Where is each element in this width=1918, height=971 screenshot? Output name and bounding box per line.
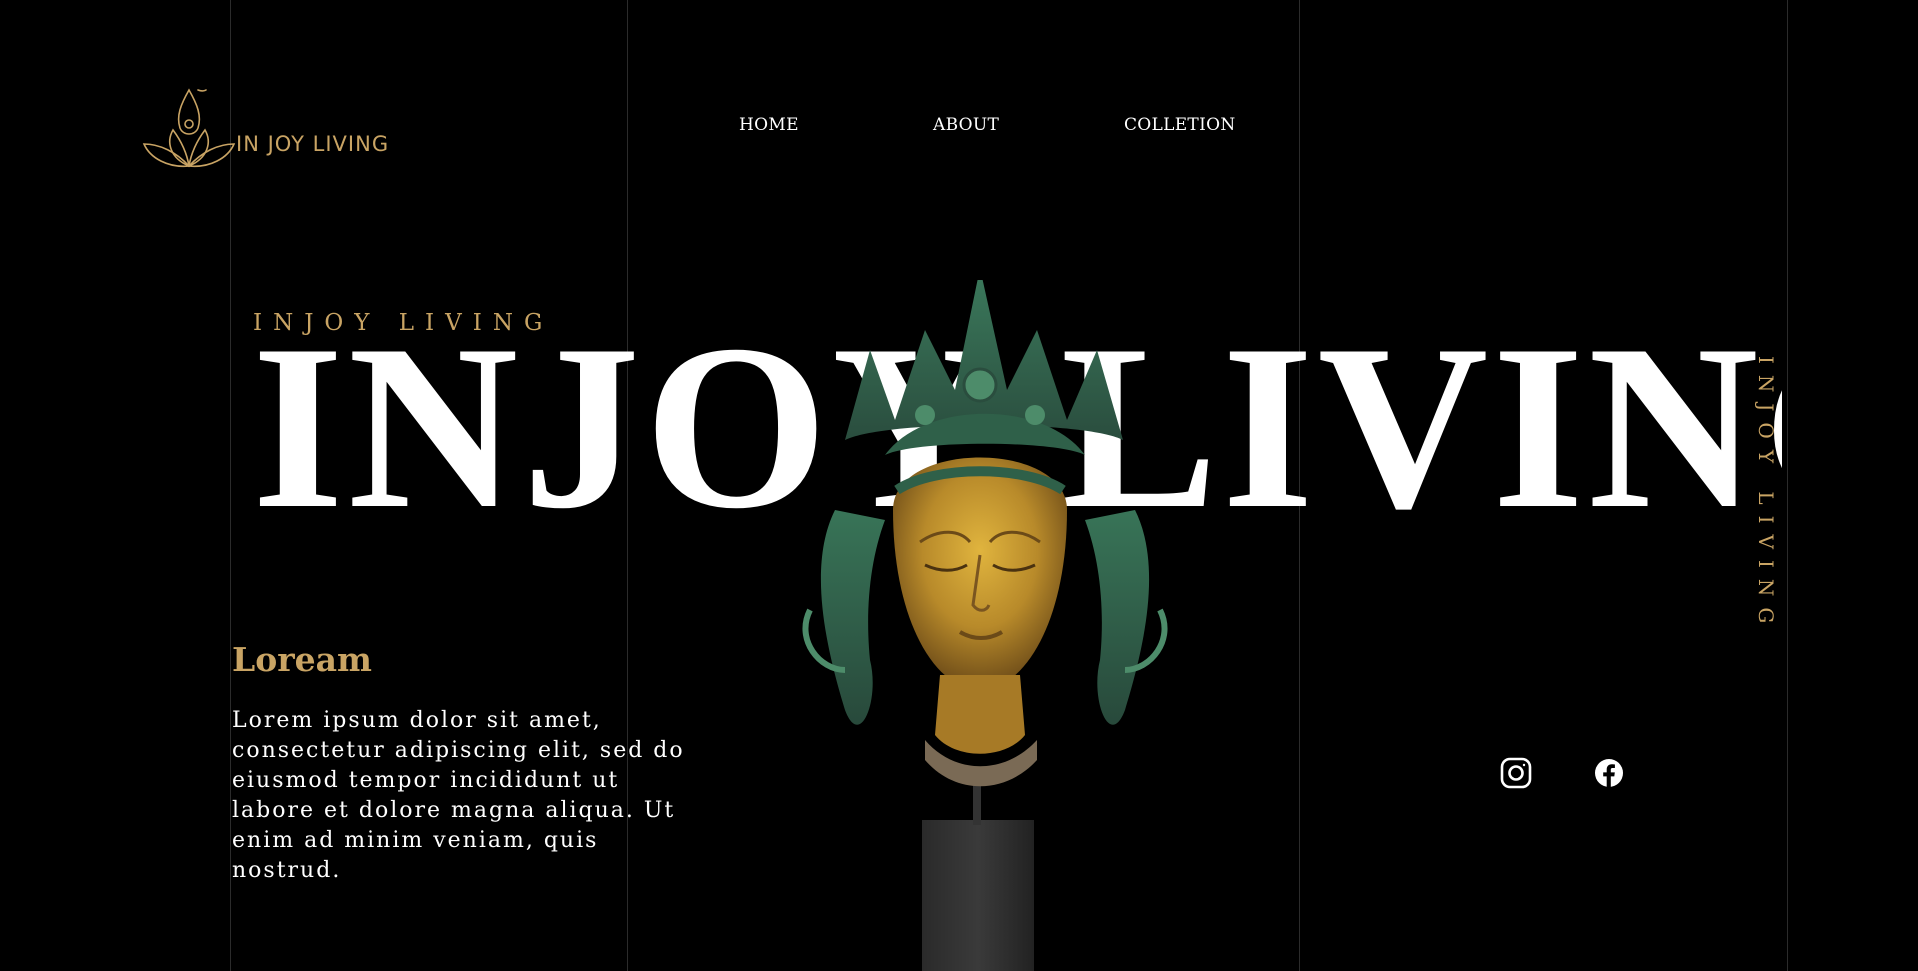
lotus-icon <box>140 86 238 168</box>
facebook-icon[interactable] <box>1593 757 1625 789</box>
nav-collection-link[interactable]: COLLETION <box>1124 115 1236 135</box>
section-body: Lorem ipsum dolor sit amet, consectetur … <box>232 708 685 883</box>
buddha-statue-image <box>775 268 1195 971</box>
nav-home-link[interactable]: HOME <box>739 115 799 135</box>
nav-about-link[interactable]: ABOUT <box>933 115 999 135</box>
brand-logo[interactable]: IN JOY LIVING <box>140 86 389 168</box>
instagram-icon[interactable] <box>1500 757 1532 789</box>
brand-name: IN JOY LIVING <box>236 132 390 156</box>
section-heading: Loream <box>232 640 372 679</box>
guide-line <box>1787 0 1788 971</box>
landing-page: IN JOY LIVING HOME ABOUT COLLETION INJOY… <box>0 0 1918 971</box>
vertical-brand-text: INJOY LIVING <box>1754 356 1778 635</box>
